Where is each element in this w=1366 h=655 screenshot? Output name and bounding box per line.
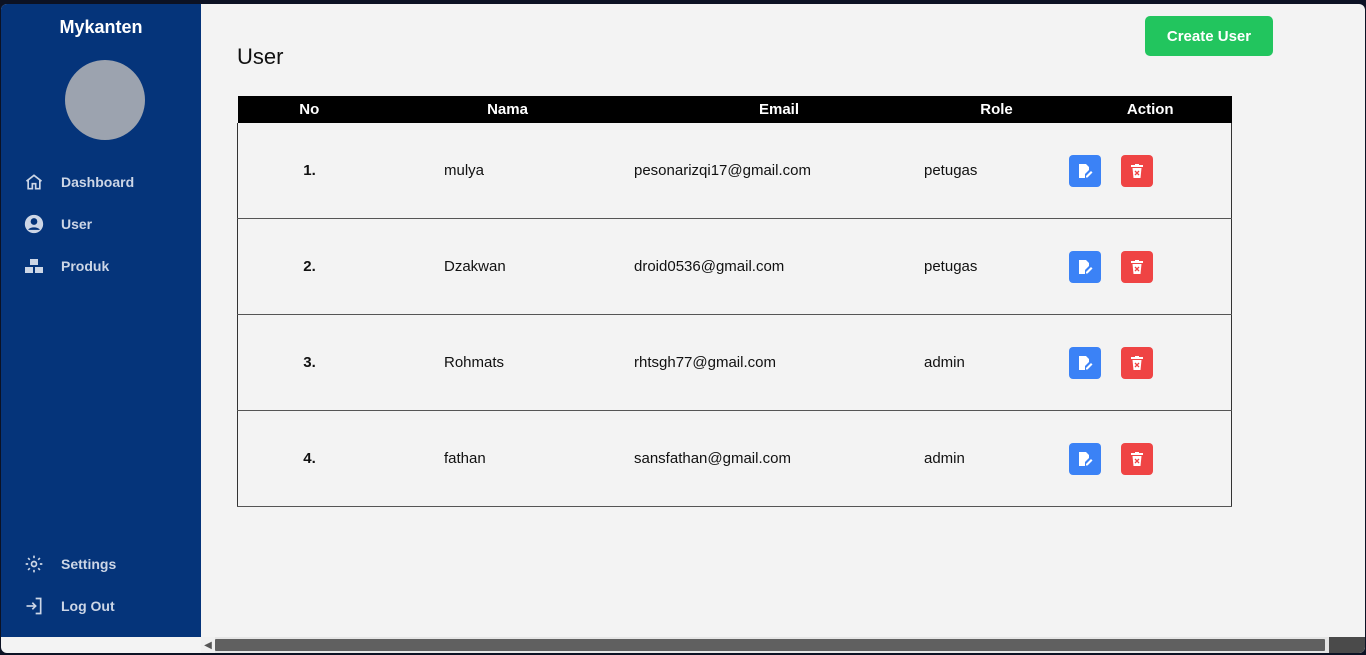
- table-row: 1. mulya pesonarizqi17@gmail.com petugas: [237, 123, 1232, 219]
- sidebar-item-label: User: [61, 216, 93, 232]
- sidebar-item-label: Log Out: [61, 598, 115, 614]
- cell-nama: mulya: [381, 123, 634, 219]
- brand-title: Mykanten: [59, 17, 143, 37]
- cell-role: petugas: [924, 123, 1069, 219]
- edit-icon: [1079, 451, 1093, 466]
- users-table: No Nama Email Role Action 1. mulya peson…: [237, 96, 1232, 507]
- cell-no: 4.: [237, 410, 381, 507]
- cell-no: 1.: [237, 123, 381, 219]
- cell-role: admin: [924, 410, 1069, 507]
- home-icon: [23, 171, 45, 193]
- trash-icon: [1131, 355, 1143, 370]
- sidebar-item-logout[interactable]: Log Out: [23, 592, 115, 620]
- edit-button[interactable]: [1069, 442, 1101, 475]
- scroll-left-arrow-icon[interactable]: ◀: [201, 637, 215, 653]
- sidebar-item-label: Settings: [61, 556, 117, 572]
- sidebar-item-produk[interactable]: Produk: [23, 252, 109, 280]
- cell-action: [1069, 218, 1232, 315]
- cell-no: 3.: [237, 314, 381, 411]
- cell-action: [1069, 123, 1232, 219]
- cell-email: pesonarizqi17@gmail.com: [634, 123, 924, 219]
- header-no: No: [237, 96, 381, 123]
- create-user-button[interactable]: Create User: [1145, 16, 1273, 56]
- header-action: Action: [1069, 96, 1232, 123]
- delete-button[interactable]: [1121, 346, 1153, 379]
- page-title: User: [237, 44, 284, 69]
- header-role: Role: [924, 96, 1069, 123]
- trash-icon: [1131, 451, 1143, 466]
- sidebar-item-user[interactable]: User: [23, 210, 92, 238]
- sidebar: Mykanten Dashboard User Produk Settings: [1, 4, 201, 637]
- header-email: Email: [634, 96, 924, 123]
- cell-email: sansfathan@gmail.com: [634, 410, 924, 507]
- sidebar-item-label: Produk: [61, 258, 110, 274]
- edit-button[interactable]: [1069, 346, 1101, 379]
- delete-button[interactable]: [1121, 154, 1153, 187]
- horizontal-scrollbar[interactable]: ◀: [201, 637, 1365, 653]
- delete-button[interactable]: [1121, 442, 1153, 475]
- scrollbar-thumb[interactable]: [215, 639, 1325, 651]
- edit-icon: [1079, 259, 1093, 274]
- edit-button[interactable]: [1069, 154, 1101, 187]
- delete-button[interactable]: [1121, 250, 1153, 283]
- cell-email: droid0536@gmail.com: [634, 218, 924, 315]
- edit-button[interactable]: [1069, 250, 1101, 283]
- edit-icon: [1079, 163, 1093, 178]
- cell-action: [1069, 314, 1232, 411]
- table-row: 3. Rohmats rhtsgh77@gmail.com admin: [237, 314, 1232, 411]
- cell-nama: Rohmats: [381, 314, 634, 411]
- sidebar-item-dashboard[interactable]: Dashboard: [23, 168, 134, 196]
- sidebar-item-label: Dashboard: [61, 174, 135, 190]
- cell-role: petugas: [924, 218, 1069, 315]
- boxes-icon: [23, 255, 45, 277]
- cell-no: 2.: [237, 218, 381, 315]
- gear-icon: [23, 553, 45, 575]
- header-nama: Nama: [381, 96, 634, 123]
- user-circle-icon: [23, 213, 45, 235]
- trash-icon: [1131, 163, 1143, 178]
- table-row: 4. fathan sansfathan@gmail.com admin: [237, 410, 1232, 507]
- logout-icon: [23, 595, 45, 617]
- cell-nama: fathan: [381, 410, 634, 507]
- cell-action: [1069, 410, 1232, 507]
- cell-email: rhtsgh77@gmail.com: [634, 314, 924, 411]
- sidebar-item-settings[interactable]: Settings: [23, 550, 116, 578]
- scroll-right-arrow-icon[interactable]: [1329, 637, 1365, 653]
- cell-nama: Dzakwan: [381, 218, 634, 315]
- trash-icon: [1131, 259, 1143, 274]
- edit-icon: [1079, 355, 1093, 370]
- avatar: [65, 60, 145, 140]
- cell-role: admin: [924, 314, 1069, 411]
- table-header-row: No Nama Email Role Action: [237, 96, 1232, 123]
- app-window: Mykanten Dashboard User Produk Settings: [1, 4, 1365, 653]
- table-row: 2. Dzakwan droid0536@gmail.com petugas: [237, 218, 1232, 315]
